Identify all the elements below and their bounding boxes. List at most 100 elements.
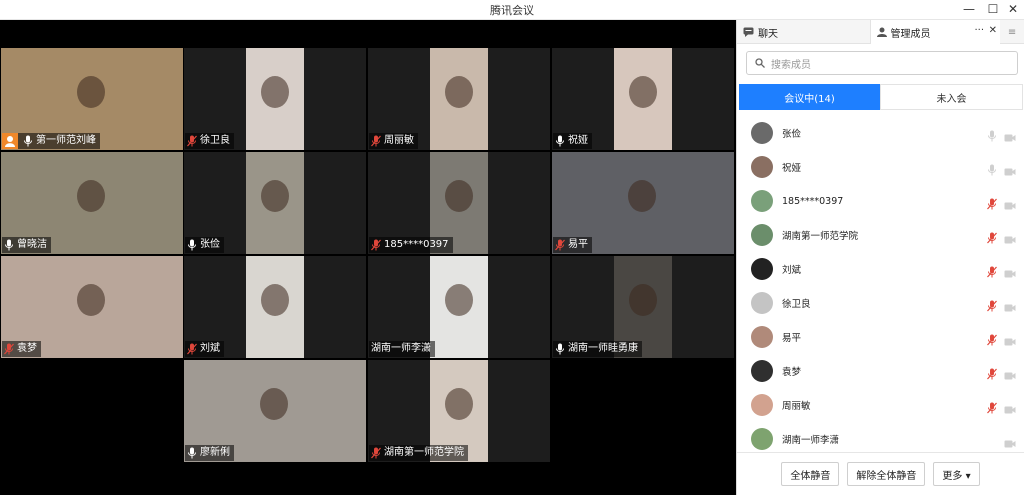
video-tile[interactable]: 刘斌 [184, 256, 366, 358]
member-row[interactable]: 张俭 [737, 116, 1024, 150]
video-tile[interactable]: 徐卫良 [184, 48, 366, 150]
camera-icon[interactable] [1004, 366, 1016, 380]
mic-muted-icon [987, 266, 997, 278]
member-name: 易平 [782, 333, 802, 344]
avatar [751, 258, 773, 280]
more-options-icon[interactable]: ··· [975, 25, 985, 36]
video-tile[interactable]: 曾晓洁 [1, 152, 183, 254]
video-tile[interactable]: 易平 [552, 152, 734, 254]
participant-name-label: 湖南第一师范学院 [369, 445, 468, 461]
member-row[interactable]: 袁梦 [737, 354, 1024, 388]
member-mic-button[interactable] [987, 161, 997, 176]
camera-icon[interactable] [1004, 434, 1016, 448]
member-mic-button[interactable] [987, 263, 997, 278]
participant-name: 湖南一师李潇 [371, 343, 431, 354]
window-title: 腾讯会议 [490, 4, 534, 17]
video-tile[interactable]: 廖新俐 [184, 360, 366, 462]
member-name: 张俭 [782, 129, 802, 140]
avatar [751, 190, 773, 212]
participant-silhouette [77, 284, 105, 316]
mic-muted-icon [371, 135, 381, 147]
participant-name-label: 曾晓洁 [2, 237, 51, 253]
mic-icon [188, 447, 196, 459]
member-row[interactable]: 徐卫良 [737, 286, 1024, 320]
video-tile[interactable]: 第一师范刘峰 [1, 48, 183, 150]
more-button[interactable]: 更多 ▾ [933, 462, 980, 486]
member-name: 刘斌 [782, 265, 802, 276]
search-members-input[interactable]: 搜索成员 [746, 51, 1018, 75]
member-mic-button[interactable] [987, 297, 997, 312]
video-tile[interactable]: 湖南一师眭勇康 [552, 256, 734, 358]
participant-name-label: 185****0397 [369, 237, 453, 253]
video-tile[interactable]: 周丽敏 [368, 48, 550, 150]
participant-name: 185****0397 [384, 239, 449, 250]
member-name: 周丽敏 [782, 401, 811, 412]
participant-silhouette [261, 284, 289, 316]
member-mic-button[interactable] [987, 229, 997, 244]
mic-icon [5, 239, 13, 251]
host-icon [2, 133, 18, 149]
participant-name-label: 周丽敏 [369, 133, 418, 149]
participant-silhouette [445, 76, 473, 108]
video-tile[interactable]: 张俭 [184, 152, 366, 254]
mute-all-button[interactable]: 全体静音 [781, 462, 840, 486]
member-name: 祝娅 [782, 163, 802, 174]
camera-icon[interactable] [1004, 162, 1016, 176]
avatar [751, 360, 773, 382]
member-mic-button[interactable] [987, 127, 997, 142]
member-row[interactable]: 祝娅 [737, 150, 1024, 184]
participant-silhouette [77, 180, 105, 212]
video-tile[interactable]: 湖南第一师范学院 [368, 360, 550, 462]
camera-icon[interactable] [1004, 332, 1016, 346]
member-mic-button[interactable] [987, 331, 997, 346]
member-mic-button[interactable] [987, 195, 997, 210]
camera-icon[interactable] [1004, 264, 1016, 278]
participant-silhouette [445, 284, 473, 316]
member-row[interactable]: 185****0397 [737, 184, 1024, 218]
mic-muted-icon [987, 300, 997, 312]
camera-icon[interactable] [1004, 128, 1016, 142]
video-tile[interactable]: 祝娅 [552, 48, 734, 150]
participant-silhouette [445, 180, 473, 212]
video-tile[interactable]: 湖南一师李潇 [368, 256, 550, 358]
tab-chat[interactable]: 聊天 [737, 20, 871, 44]
camera-icon[interactable] [1004, 400, 1016, 414]
tab-not-joined[interactable]: 未入会 [880, 84, 1023, 110]
chat-icon [743, 27, 754, 37]
avatar [751, 292, 773, 314]
participant-silhouette [260, 388, 288, 420]
mic-muted-icon [987, 368, 997, 380]
mic-muted-icon [371, 239, 381, 251]
member-row[interactable]: 周丽敏 [737, 388, 1024, 422]
camera-icon[interactable] [1004, 196, 1016, 210]
avatar [751, 394, 773, 416]
member-status-switch: 会议中(14) 未入会 [739, 84, 1023, 110]
member-row[interactable]: 湖南一师李潇 [737, 422, 1024, 456]
video-tile[interactable]: 185****0397 [368, 152, 550, 254]
avatar [751, 326, 773, 348]
tab-in-meeting[interactable]: 会议中(14) [739, 84, 880, 110]
mic-muted-icon [4, 343, 14, 355]
member-name: 185****0397 [782, 195, 844, 207]
video-tile[interactable] [1, 360, 183, 462]
camera-icon[interactable] [1004, 230, 1016, 244]
camera-icon[interactable] [1004, 298, 1016, 312]
participant-name: 周丽敏 [384, 135, 414, 146]
participant-silhouette [445, 388, 473, 420]
video-tile[interactable]: 袁梦 [1, 256, 183, 358]
tab-manage-members[interactable]: 管理成员 ··· ✕ [870, 20, 1001, 44]
member-mic-button[interactable] [987, 365, 997, 380]
close-panel-icon[interactable]: ✕ [989, 25, 997, 36]
member-name: 徐卫良 [782, 299, 811, 310]
participant-name: 刘斌 [200, 343, 220, 354]
member-row[interactable]: 湖南第一师范学院 [737, 218, 1024, 252]
title-bar: 腾讯会议 — ☐ ✕ [0, 0, 1024, 20]
mic-icon [188, 239, 196, 251]
member-mic-button[interactable] [987, 399, 997, 414]
panel-menu-icon[interactable]: ≡ [1000, 20, 1024, 44]
unmute-all-button[interactable]: 解除全体静音 [847, 462, 926, 486]
close-button[interactable]: ✕ [1000, 0, 1024, 20]
member-row[interactable]: 易平 [737, 320, 1024, 354]
member-row[interactable]: 刘斌 [737, 252, 1024, 286]
minimize-button[interactable]: — [956, 0, 982, 20]
